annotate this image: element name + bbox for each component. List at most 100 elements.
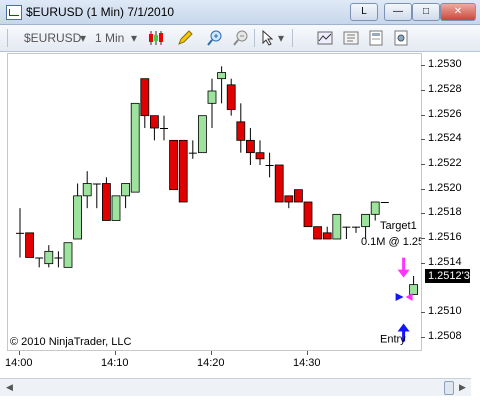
candle-body <box>361 213 371 228</box>
minimize-button[interactable]: — <box>384 3 412 21</box>
candle-body <box>217 72 227 80</box>
y-tick-mark <box>421 139 425 141</box>
y-tick-mark <box>421 238 425 239</box>
candle-body <box>342 226 351 228</box>
candle-body <box>188 152 197 154</box>
candle-body <box>313 226 323 240</box>
candle-body <box>322 232 332 240</box>
candlestick-style-icon[interactable] <box>147 29 165 47</box>
maximize-button[interactable]: □ <box>412 3 440 21</box>
chart-panel[interactable]: Target10.1M @ 1.25Entry0.1M @ 1.251 <box>7 53 424 362</box>
y-tick-mark <box>421 336 425 338</box>
candle-body <box>82 183 92 197</box>
candle-body <box>16 232 24 234</box>
y-tick-mark <box>421 312 425 313</box>
candle-body <box>102 183 111 221</box>
restore-layout-button[interactable]: L <box>350 3 378 21</box>
y-tick-mark <box>421 114 425 116</box>
candle-body <box>169 139 179 191</box>
indicators-icon[interactable] <box>316 29 334 47</box>
y-tick-mark <box>421 65 425 67</box>
x-tick-label: 14:30 <box>293 357 321 369</box>
y-tick-label: 1.2524 <box>428 132 462 145</box>
x-tick-label: 14:10 <box>101 357 129 369</box>
last-price-marker: 1.2512'3 <box>425 269 470 283</box>
candle-body <box>178 139 188 203</box>
properties-icon[interactable] <box>392 29 410 47</box>
interval-selector[interactable]: 1 Min <box>95 31 124 45</box>
y-tick-label: 1.2514 <box>428 255 462 268</box>
candle-body <box>63 242 73 268</box>
pointer-dropdown-icon[interactable]: ▾ <box>278 31 284 45</box>
x-tick-label: 14:00 <box>5 357 33 369</box>
candle-body <box>92 183 101 185</box>
candle-body <box>149 115 159 129</box>
candle-body <box>293 189 303 203</box>
candle-body <box>73 195 82 240</box>
scrollbar-thumb[interactable] <box>444 381 454 395</box>
y-tick-label: 1.2522 <box>428 157 462 169</box>
x-tick-mark <box>307 351 308 355</box>
y-tick-label: 1.2526 <box>428 107 462 120</box>
candle-body <box>265 165 274 166</box>
horizontal-scrollbar[interactable]: ◀ ▶ <box>0 378 471 396</box>
title-bar: $EURUSD (1 Min) 7/1/2010 L — □ ✕ <box>0 0 480 25</box>
toolbar-grip <box>7 29 8 47</box>
candle-body <box>284 195 294 203</box>
zoom-out-icon[interactable] <box>232 29 250 47</box>
instrument-dropdown-icon[interactable]: ▾ <box>80 31 86 45</box>
y-tick-mark <box>421 188 425 190</box>
instrument-selector[interactable]: $EURUSD <box>24 31 81 45</box>
time-axis[interactable]: 14:00 14:10 14:20 14:30 <box>5 351 420 371</box>
y-tick-label: 1.2520 <box>428 181 462 194</box>
candle-body <box>197 115 207 154</box>
toolbar-separator <box>292 29 293 47</box>
candle-body <box>160 128 168 129</box>
target-arrow-head <box>397 269 410 278</box>
price-plot[interactable]: Target10.1M @ 1.25Entry0.1M @ 1.251 <box>8 54 424 362</box>
zoom-in-icon[interactable] <box>206 29 224 47</box>
copyright-text: © 2010 NinjaTrader, LLC <box>10 336 132 348</box>
candle-body <box>35 257 44 259</box>
candle-body <box>380 202 389 203</box>
candle-body <box>226 84 236 110</box>
price-axis[interactable]: 1.2530 1.2528 1.2526 1.2524 1.2522 1.2520 1.25… <box>421 53 473 351</box>
y-tick-label: 1.2528 <box>428 83 462 95</box>
pencil-icon[interactable] <box>176 29 194 47</box>
y-tick-label: 1.2508 <box>428 329 462 342</box>
candle-body <box>255 152 265 160</box>
target-marker-icon <box>405 292 413 301</box>
y-tick-mark <box>421 90 425 91</box>
y-tick-mark <box>421 164 425 165</box>
entry-label: Entry <box>380 334 406 346</box>
chart-window-icon <box>6 5 22 20</box>
candle-body <box>303 201 313 228</box>
candle-body <box>274 164 284 203</box>
candle-body <box>236 121 246 141</box>
chart-toolbar: $EURUSD ▾ 1 Min ▾ ▾ <box>0 25 480 52</box>
x-tick-mark <box>211 351 212 355</box>
y-tick-label: 1.2510 <box>428 305 462 317</box>
y-tick-label: 1.2516 <box>428 231 462 243</box>
y-tick-label: 1.2530 <box>428 58 462 71</box>
candle-body <box>121 183 130 197</box>
data-box-icon[interactable] <box>367 29 385 47</box>
target-detail-label: 0.1M @ 1.25 <box>361 236 421 248</box>
x-tick-mark <box>19 351 20 355</box>
candle-body <box>409 284 419 295</box>
y-tick-label: 1.2518 <box>428 206 462 219</box>
x-tick-label: 14:20 <box>197 357 225 369</box>
x-tick-mark <box>115 351 116 355</box>
candle-body <box>207 90 217 104</box>
candle-body <box>352 226 360 228</box>
strategies-icon[interactable] <box>342 29 360 47</box>
candle-body <box>130 102 140 193</box>
scroll-right-icon[interactable]: ▶ <box>459 382 466 393</box>
close-button[interactable]: ✕ <box>440 3 476 21</box>
y-tick-mark <box>421 262 425 264</box>
pointer-icon[interactable] <box>260 29 278 47</box>
window-title: $EURUSD (1 Min) 7/1/2010 <box>26 5 175 19</box>
scroll-left-icon[interactable]: ◀ <box>6 382 13 393</box>
interval-dropdown-icon[interactable]: ▾ <box>131 31 137 45</box>
candle-body <box>44 250 54 265</box>
